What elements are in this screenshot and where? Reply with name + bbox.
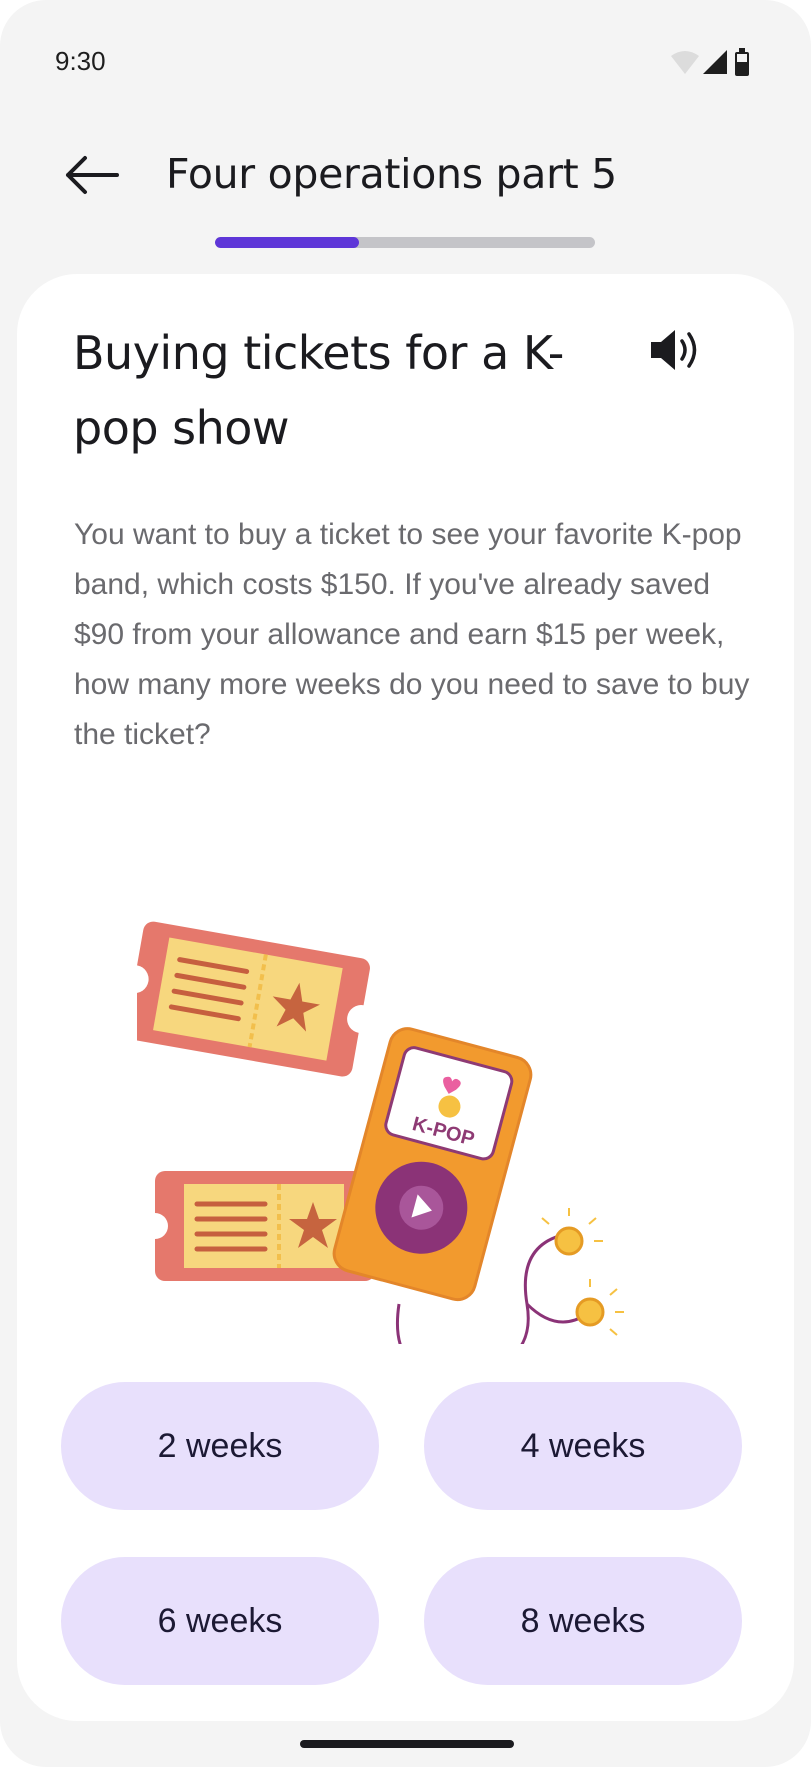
- ticket-back: [137, 921, 376, 1077]
- status-icons: [671, 48, 749, 76]
- answer-option-2-weeks[interactable]: 2 weeks: [61, 1382, 379, 1510]
- lesson-progress-fill: [215, 237, 360, 248]
- back-button[interactable]: [60, 145, 130, 205]
- home-indicator[interactable]: [300, 1740, 514, 1748]
- music-player: K-POP: [332, 1027, 533, 1302]
- read-aloud-button[interactable]: [647, 324, 705, 376]
- battery-icon: [735, 48, 749, 76]
- phone-screen: 9:30 Four operations part 5 Buying ticke…: [0, 0, 811, 1767]
- kpop-tickets-illustration: K-POP: [137, 921, 624, 1344]
- signal-icon: [703, 50, 727, 74]
- answer-option-4-weeks[interactable]: 4 weeks: [424, 1382, 742, 1510]
- page-title: Four operations part 5: [166, 150, 617, 198]
- earbud-icon: [575, 1279, 624, 1336]
- question-text: You want to buy a ticket to see your fav…: [74, 518, 750, 751]
- earbud-icon: [541, 1208, 603, 1256]
- lesson-progress-bar: [215, 237, 595, 248]
- answer-option-6-weeks[interactable]: 6 weeks: [61, 1557, 379, 1685]
- answer-option-8-weeks[interactable]: 8 weeks: [424, 1557, 742, 1685]
- wifi-icon: [671, 51, 699, 74]
- speaker-icon: [651, 330, 697, 370]
- arrow-left-icon: [66, 156, 119, 194]
- question-headline: Buying tickets for a K-pop show: [73, 326, 564, 455]
- status-time: 9:30: [55, 46, 106, 76]
